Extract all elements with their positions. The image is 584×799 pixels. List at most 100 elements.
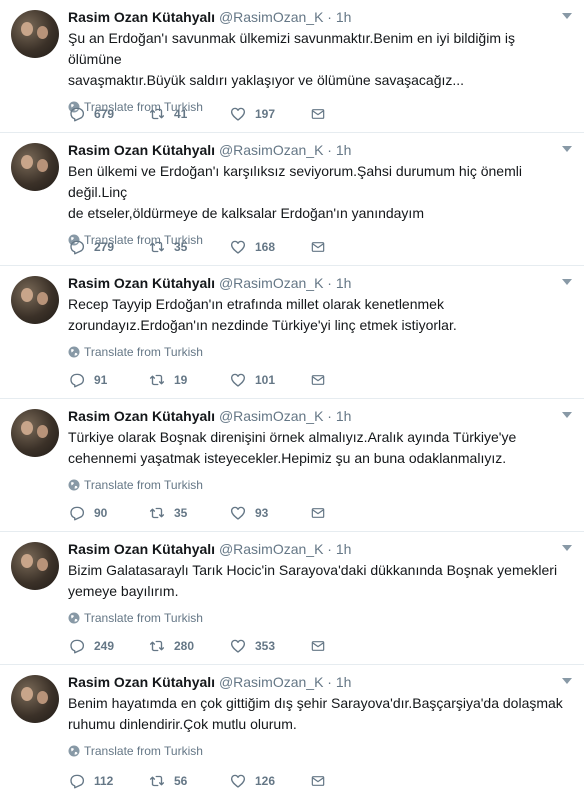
direct-message-button[interactable] <box>310 637 334 655</box>
reply-count: 112 <box>94 774 114 788</box>
reply-count: 91 <box>94 373 108 387</box>
tweet-header: Rasim Ozan Kütahyalı @RasimOzan_K · 1h <box>68 141 572 159</box>
like-button[interactable]: 93 <box>229 504 310 522</box>
reply-icon <box>70 373 85 388</box>
direct-message-button[interactable] <box>310 238 334 256</box>
timestamp[interactable]: · 1h <box>327 674 351 690</box>
like-button[interactable]: 126 <box>229 772 310 790</box>
handle[interactable]: @RasimOzan_K <box>219 408 323 424</box>
translate-link[interactable]: Translate from Turkish <box>68 477 572 493</box>
direct-message-button[interactable] <box>310 504 334 522</box>
tweet-header: Rasim Ozan Kütahyalı @RasimOzan_K · 1h <box>68 407 572 425</box>
tweet[interactable]: Rasim Ozan Kütahyalı @RasimOzan_K · 1h T… <box>0 399 584 532</box>
avatar[interactable] <box>11 10 59 58</box>
like-button[interactable]: 353 <box>229 637 310 655</box>
tweet-text-line: de etseler,öldürmeye de kalksalar Erdoğa… <box>68 205 424 221</box>
direct-message-button[interactable] <box>310 371 334 389</box>
avatar[interactable] <box>11 276 59 324</box>
tweet-actions: 91 19 101 <box>68 370 334 390</box>
tweet-actions: 112 56 126 <box>68 771 334 791</box>
envelope-icon <box>311 776 325 786</box>
translate-link[interactable]: Translate from Turkish <box>68 743 572 759</box>
handle[interactable]: @RasimOzan_K <box>219 674 323 690</box>
handle[interactable]: @RasimOzan_K <box>219 275 323 291</box>
tweet-content: Rasim Ozan Kütahyalı @RasimOzan_K · 1h Ş… <box>68 8 572 115</box>
reply-button[interactable]: 112 <box>68 772 148 790</box>
retweet-count: 280 <box>174 639 195 653</box>
heart-icon <box>230 373 246 387</box>
like-button[interactable]: 197 <box>229 105 310 123</box>
retweet-icon <box>149 640 165 652</box>
retweet-icon <box>149 775 165 787</box>
timestamp[interactable]: · 1h <box>327 408 351 424</box>
retweet-icon <box>149 374 165 386</box>
reply-count: 279 <box>94 240 115 254</box>
retweet-button[interactable]: 35 <box>148 504 229 522</box>
tweet-text-line: Benim hayatımda en çok gittiğim dış şehi… <box>68 695 563 711</box>
retweet-button[interactable]: 35 <box>148 238 229 256</box>
tweet[interactable]: Rasim Ozan Kütahyalı @RasimOzan_K · 1h B… <box>0 532 584 665</box>
handle[interactable]: @RasimOzan_K <box>219 9 323 25</box>
reply-button[interactable]: 91 <box>68 371 148 389</box>
reply-button[interactable]: 679 <box>68 105 148 123</box>
handle[interactable]: @RasimOzan_K <box>219 142 323 158</box>
tweet-text-line: Ben ülkemi ve Erdoğan'ı karşılıksız sevi… <box>68 163 522 200</box>
retweet-count: 56 <box>174 774 188 788</box>
tweet[interactable]: Rasim Ozan Kütahyalı @RasimOzan_K · 1h Ş… <box>0 0 584 133</box>
translate-link[interactable]: Translate from Turkish <box>68 344 572 360</box>
avatar[interactable] <box>11 542 59 590</box>
avatar[interactable] <box>11 143 59 191</box>
timestamp[interactable]: · 1h <box>327 9 351 25</box>
reply-button[interactable]: 90 <box>68 504 148 522</box>
like-button[interactable]: 168 <box>229 238 310 256</box>
tweet-text: Şu an Erdoğan'ı savunmak ülkemizi savunm… <box>68 28 572 91</box>
display-name[interactable]: Rasim Ozan Kütahyalı <box>68 674 215 690</box>
direct-message-button[interactable] <box>310 772 334 790</box>
display-name[interactable]: Rasim Ozan Kütahyalı <box>68 142 215 158</box>
tweet-content: Rasim Ozan Kütahyalı @RasimOzan_K · 1h B… <box>68 673 572 759</box>
display-name[interactable]: Rasim Ozan Kütahyalı <box>68 541 215 557</box>
retweet-button[interactable]: 280 <box>148 637 229 655</box>
timestamp[interactable]: · 1h <box>327 275 351 291</box>
reply-icon <box>70 506 85 521</box>
tweet-actions: 679 41 197 <box>68 104 334 124</box>
heart-icon <box>230 240 246 254</box>
retweet-count: 41 <box>174 107 188 121</box>
tweet[interactable]: Rasim Ozan Kütahyalı @RasimOzan_K · 1h B… <box>0 133 584 266</box>
tweet-content: Rasim Ozan Kütahyalı @RasimOzan_K · 1h B… <box>68 141 572 248</box>
chevron-down-icon[interactable] <box>562 545 572 551</box>
like-button[interactable]: 101 <box>229 371 310 389</box>
reply-icon <box>70 639 85 654</box>
tweet-content: Rasim Ozan Kütahyalı @RasimOzan_K · 1h T… <box>68 407 572 493</box>
tweet-text-line: zorundayız.Erdoğan'ın nezdinde Türkiye'y… <box>68 317 457 333</box>
timestamp[interactable]: · 1h <box>327 541 351 557</box>
retweet-icon <box>149 108 165 120</box>
avatar[interactable] <box>11 409 59 457</box>
chevron-down-icon[interactable] <box>562 412 572 418</box>
display-name[interactable]: Rasim Ozan Kütahyalı <box>68 9 215 25</box>
translate-link[interactable]: Translate from Turkish <box>68 610 572 626</box>
retweet-button[interactable]: 56 <box>148 772 229 790</box>
display-name[interactable]: Rasim Ozan Kütahyalı <box>68 275 215 291</box>
retweet-button[interactable]: 41 <box>148 105 229 123</box>
tweet-header: Rasim Ozan Kütahyalı @RasimOzan_K · 1h <box>68 540 572 558</box>
avatar[interactable] <box>11 675 59 723</box>
handle[interactable]: @RasimOzan_K <box>219 541 323 557</box>
heart-icon <box>230 774 246 788</box>
timestamp[interactable]: · 1h <box>327 142 351 158</box>
tweet-text: Türkiye olarak Boşnak direnişini örnek a… <box>68 427 572 469</box>
chevron-down-icon[interactable] <box>562 279 572 285</box>
reply-button[interactable]: 249 <box>68 637 148 655</box>
retweet-button[interactable]: 19 <box>148 371 229 389</box>
chevron-down-icon[interactable] <box>562 146 572 152</box>
display-name[interactable]: Rasim Ozan Kütahyalı <box>68 408 215 424</box>
tweet-text-line: Şu an Erdoğan'ı savunmak ülkemizi savunm… <box>68 30 515 67</box>
tweet[interactable]: Rasim Ozan Kütahyalı @RasimOzan_K · 1h B… <box>0 665 584 799</box>
direct-message-button[interactable] <box>310 105 334 123</box>
tweet[interactable]: Rasim Ozan Kütahyalı @RasimOzan_K · 1h R… <box>0 266 584 399</box>
reply-button[interactable]: 279 <box>68 238 148 256</box>
reply-icon <box>70 240 85 255</box>
retweet-count: 19 <box>174 373 188 387</box>
chevron-down-icon[interactable] <box>562 13 572 19</box>
chevron-down-icon[interactable] <box>562 678 572 684</box>
